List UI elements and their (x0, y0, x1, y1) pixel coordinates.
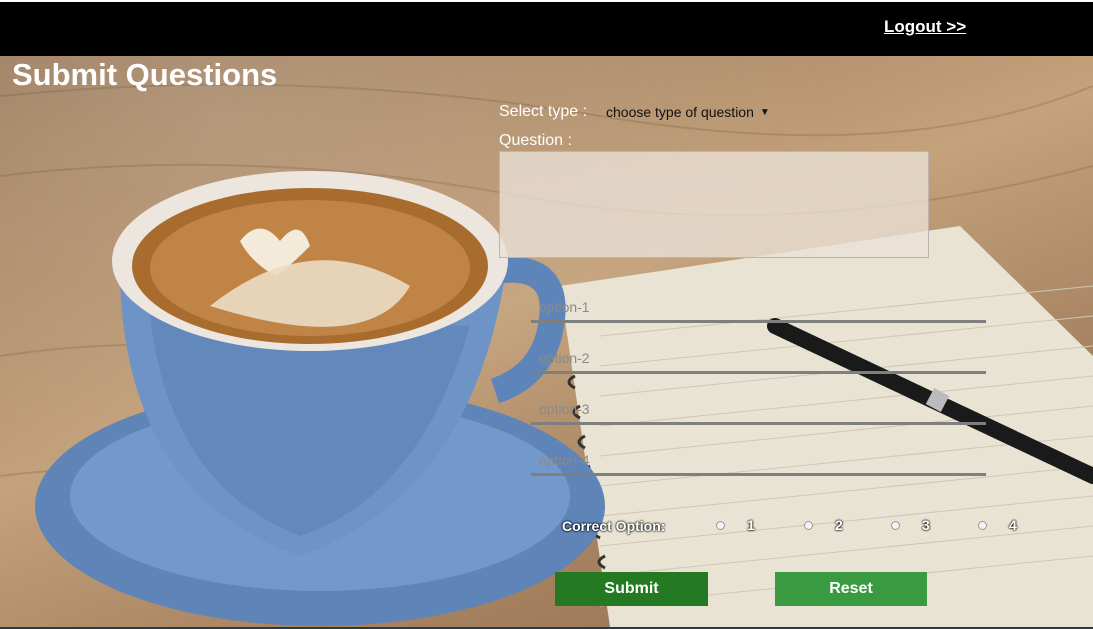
option-1-input[interactable]: option-1 (531, 297, 986, 323)
page-title: Submit Questions (12, 57, 278, 92)
question-textarea[interactable] (499, 151, 929, 258)
option-1-placeholder: option-1 (539, 299, 590, 315)
correct-option-1-label: 1 (747, 517, 755, 533)
dropdown-caret-icon: ▼ (759, 106, 770, 118)
question-type-value: choose type of question (606, 104, 754, 120)
correct-option-2-radio[interactable] (804, 520, 813, 530)
correct-option-1-radio[interactable] (716, 520, 725, 530)
top-bar: Logout >> (0, 2, 1093, 56)
select-type-label: Select type : (499, 103, 588, 120)
option-3-input[interactable]: option-3 (531, 399, 986, 425)
correct-option-4: 4 (978, 517, 1017, 533)
correct-option-label: Correct Option: (562, 518, 666, 534)
correct-option-3: 3 (891, 517, 930, 533)
option-2-input[interactable]: option-2 (531, 348, 986, 374)
correct-option-2-label: 2 (835, 517, 843, 533)
option-2-placeholder: option-2 (539, 350, 590, 366)
correct-option-2: 2 (804, 517, 843, 533)
logout-link[interactable]: Logout >> (884, 17, 966, 37)
submit-button[interactable]: Submit (555, 572, 708, 606)
correct-option-1: 1 (716, 517, 755, 533)
correct-option-3-label: 3 (922, 517, 930, 533)
question-type-select[interactable]: choose type of question ▼ (600, 102, 776, 122)
correct-option-4-label: 4 (1009, 517, 1017, 533)
option-4-input[interactable]: option-4 (531, 450, 986, 476)
option-4-placeholder: option-4 (539, 452, 590, 468)
correct-option-4-radio[interactable] (978, 520, 987, 530)
correct-option-3-radio[interactable] (891, 520, 900, 530)
option-3-placeholder: option-3 (539, 401, 590, 417)
question-label: Question : (499, 132, 572, 149)
reset-button[interactable]: Reset (775, 572, 927, 606)
